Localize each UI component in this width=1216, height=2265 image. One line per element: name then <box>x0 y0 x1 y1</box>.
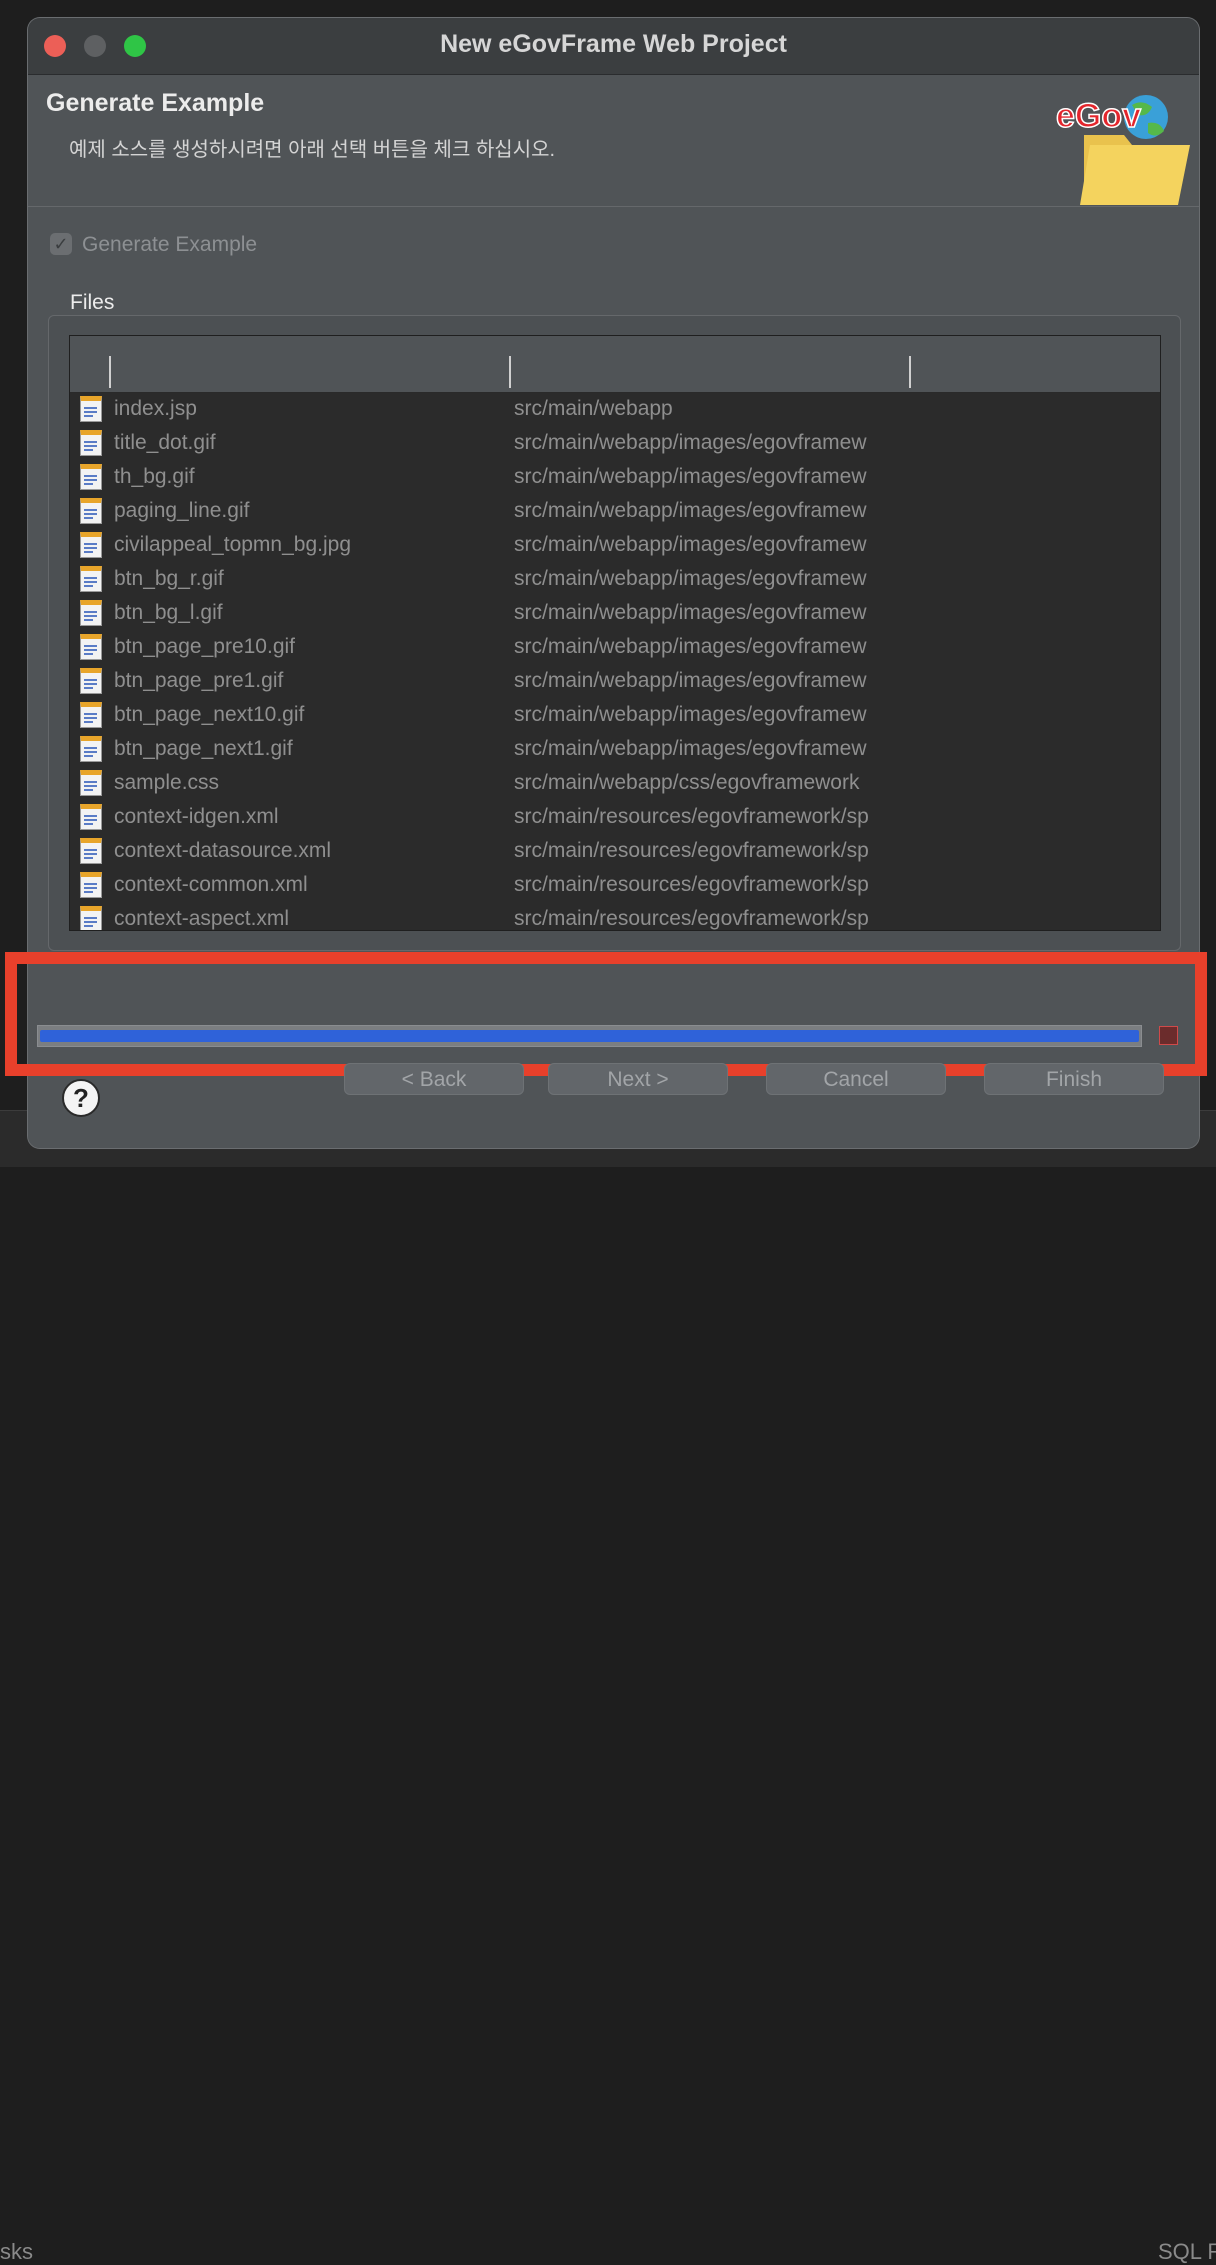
file-name-cell: context-aspect.xml <box>114 907 290 930</box>
file-icon <box>80 634 102 660</box>
file-name-cell: paging_line.gif <box>114 499 250 522</box>
file-path-cell: src/main/webapp/images/egovframew <box>514 533 867 556</box>
stop-progress-button[interactable] <box>1159 1026 1178 1045</box>
file-name-cell: th_bg.gif <box>114 465 195 488</box>
file-path-cell: src/main/webapp/images/egovframew <box>514 669 867 692</box>
file-path-cell: src/main/webapp/images/egovframew <box>514 703 867 726</box>
next-button[interactable]: Next > <box>548 1063 728 1095</box>
file-path-cell: src/main/webapp/images/egovframew <box>514 635 867 658</box>
finish-button[interactable]: Finish <box>984 1063 1164 1095</box>
table-row[interactable]: context-aspect.xml src/main/resources/ego… <box>70 902 1160 930</box>
progress-bar <box>37 1025 1142 1047</box>
file-icon <box>80 804 102 830</box>
table-row[interactable]: context-datasource.xml src/main/resources… <box>70 834 1160 868</box>
file-name-cell: btn_bg_r.gif <box>114 567 224 590</box>
file-path-cell: src/main/resources/egovframework/sp <box>514 907 869 930</box>
file-path-cell: src/main/webapp/images/egovframew <box>514 499 867 522</box>
column-divider[interactable] <box>909 356 911 388</box>
window-title: New eGovFrame Web Project <box>440 30 787 58</box>
files-group-label: Files <box>70 291 115 314</box>
file-name-cell: context-idgen.xml <box>114 805 279 828</box>
background-tab: SQL Re <box>1158 2239 1216 2264</box>
table-row[interactable]: index.jsp src/main/webapp <box>70 392 1160 426</box>
file-icon <box>80 736 102 762</box>
table-row[interactable]: btn_page_next10.gif src/main/webapp/image… <box>70 698 1160 732</box>
table-row[interactable]: btn_page_pre1.gif src/main/webapp/images/… <box>70 664 1160 698</box>
table-row[interactable]: context-idgen.xml src/main/resources/egov… <box>70 800 1160 834</box>
file-icon <box>80 600 102 626</box>
dialog-window: New eGovFrame Web Project Generate Examp… <box>28 18 1199 1148</box>
file-icon <box>80 464 102 490</box>
table-row[interactable]: btn_bg_l.gif src/main/webapp/images/egovf… <box>70 596 1160 630</box>
progress-section <box>28 967 1199 1068</box>
background-tab: sks <box>0 2239 33 2264</box>
wizard-page-title: Generate Example <box>46 89 265 117</box>
file-icon <box>80 532 102 558</box>
table-row[interactable]: th_bg.gif src/main/webapp/images/egovfram… <box>70 460 1160 494</box>
table-row[interactable]: title_dot.gif src/main/webapp/images/egov… <box>70 426 1160 460</box>
file-path-cell: src/main/webapp/images/egovframew <box>514 431 867 454</box>
wizard-page-description: 예제 소스를 생성하시려면 아래 선택 버튼을 체크 하십시오. <box>69 139 556 161</box>
file-name-cell: btn_page_next1.gif <box>114 737 293 760</box>
file-name-cell: btn_page_pre10.gif <box>114 635 295 658</box>
file-name-cell: btn_page_pre1.gif <box>114 669 284 692</box>
file-icon <box>80 498 102 524</box>
file-icon <box>80 770 102 796</box>
cancel-button[interactable]: Cancel <box>766 1063 946 1095</box>
egov-logo: eGov <box>1055 95 1190 205</box>
file-path-cell: src/main/webapp/images/egovframew <box>514 601 867 624</box>
file-path-cell: src/main/resources/egovframework/sp <box>514 839 869 862</box>
file-name-cell: index.jsp <box>114 397 197 420</box>
generate-example-checkbox[interactable]: ✓ <box>50 233 72 255</box>
column-divider[interactable] <box>109 356 111 388</box>
file-icon <box>80 838 102 864</box>
back-button[interactable]: < Back <box>344 1063 524 1095</box>
file-icon <box>80 668 102 694</box>
file-icon <box>80 396 102 422</box>
files-group: index.jsp src/main/webapp title_dot.gif src… <box>48 315 1181 951</box>
help-button[interactable]: ? <box>62 1079 100 1117</box>
file-icon <box>80 430 102 456</box>
file-path-cell: src/main/webapp <box>514 397 673 420</box>
file-icon <box>80 702 102 728</box>
table-row[interactable]: paging_line.gif src/main/webapp/images/eg… <box>70 494 1160 528</box>
file-name-cell: btn_bg_l.gif <box>114 601 223 624</box>
title-bar: New eGovFrame Web Project <box>28 18 1199 75</box>
egov-logo-text: eGov <box>1056 97 1141 135</box>
wizard-content: ✓ Generate Example Files index.jsp src/ma… <box>28 207 1199 1148</box>
files-table-body: index.jsp src/main/webapp title_dot.gif src… <box>70 392 1160 930</box>
file-name-cell: btn_page_next10.gif <box>114 703 305 726</box>
file-icon <box>80 872 102 898</box>
files-table[interactable]: index.jsp src/main/webapp title_dot.gif src… <box>69 335 1161 931</box>
file-name-cell: sample.css <box>114 771 220 794</box>
table-row[interactable]: btn_page_pre10.gif src/main/webapp/images… <box>70 630 1160 664</box>
file-path-cell: src/main/webapp/css/egovframework <box>514 771 860 794</box>
files-table-header <box>70 336 1160 393</box>
file-name-cell: civilappeal_topmn_bg.jpg <box>114 533 351 556</box>
progress-bar-fill <box>40 1030 1139 1042</box>
column-divider[interactable] <box>509 356 511 388</box>
file-icon <box>80 566 102 592</box>
file-path-cell: src/main/resources/egovframework/sp <box>514 873 869 896</box>
table-row[interactable]: sample.css src/main/webapp/css/egovframew… <box>70 766 1160 800</box>
file-name-cell: context-datasource.xml <box>114 839 332 862</box>
table-row[interactable]: btn_page_next1.gif src/main/webapp/images… <box>70 732 1160 766</box>
wizard-header: Generate Example 예제 소스를 생성하시려면 아래 선택 버튼을… <box>28 75 1199 207</box>
file-path-cell: src/main/resources/egovframework/sp <box>514 805 869 828</box>
table-row[interactable]: civilappeal_topmn_bg.jpg src/main/webapp/… <box>70 528 1160 562</box>
file-name-cell: context-common.xml <box>114 873 308 896</box>
table-row[interactable]: btn_bg_r.gif src/main/webapp/images/egovf… <box>70 562 1160 596</box>
file-name-cell: title_dot.gif <box>114 431 216 454</box>
generate-example-label: Generate Example <box>82 233 258 256</box>
file-icon <box>80 906 102 930</box>
file-path-cell: src/main/webapp/images/egovframew <box>514 567 867 590</box>
file-path-cell: src/main/webapp/images/egovframew <box>514 737 867 760</box>
file-path-cell: src/main/webapp/images/egovframew <box>514 465 867 488</box>
table-row[interactable]: context-common.xml src/main/resources/ego… <box>70 868 1160 902</box>
